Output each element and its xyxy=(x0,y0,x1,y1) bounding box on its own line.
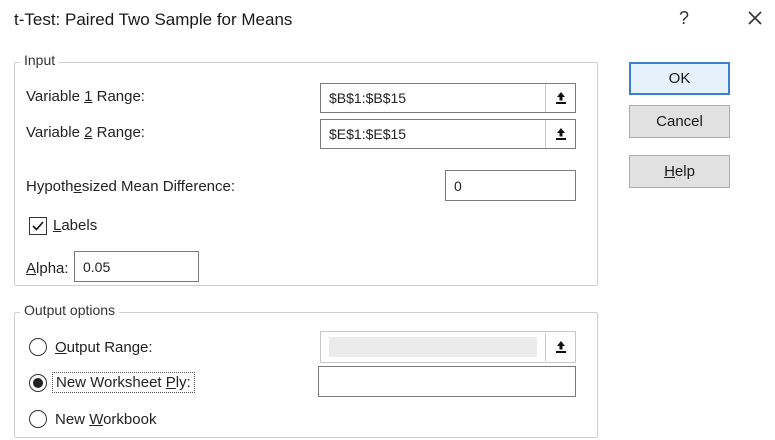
help-question-button[interactable]: ? xyxy=(679,8,689,29)
variable-1-range-label: Variable 1 Range: xyxy=(26,88,145,105)
dialog-title: t-Test: Paired Two Sample for Means xyxy=(14,10,293,29)
ok-button[interactable]: OK xyxy=(629,62,730,95)
alpha-value[interactable]: 0.05 xyxy=(75,259,198,275)
labels-checkbox[interactable] xyxy=(29,217,47,235)
close-button[interactable] xyxy=(740,3,770,33)
close-icon xyxy=(748,11,762,25)
variable-2-range-label: Variable 2 Range: xyxy=(26,124,145,141)
collapse-dialog-icon xyxy=(555,341,566,353)
labels-checkbox-label[interactable]: Labels xyxy=(53,217,97,234)
new-worksheet-ply-label[interactable]: New Worksheet Ply: xyxy=(52,372,195,393)
hypothesized-mean-difference-value[interactable]: 0 xyxy=(446,178,575,194)
alpha-label: Alpha: xyxy=(26,260,69,277)
output-range-label[interactable]: Output Range: xyxy=(55,339,153,356)
help-button[interactable]: Help xyxy=(629,155,730,188)
input-group-legend: Input xyxy=(20,52,60,68)
variable-2-range-value[interactable]: $E$1:$E$15 xyxy=(321,126,545,142)
radio-selected-dot xyxy=(33,378,43,388)
variable-1-collapse-button[interactable] xyxy=(545,84,575,112)
output-range-disabled-input xyxy=(329,337,537,357)
hypothesized-mean-difference-label: Hypothesized Mean Difference: xyxy=(26,178,236,195)
checkmark-icon xyxy=(32,221,44,231)
collapse-dialog-icon xyxy=(555,92,566,104)
variable-2-collapse-button[interactable] xyxy=(545,120,575,148)
output-range-field[interactable] xyxy=(320,331,576,363)
new-workbook-label[interactable]: New Workbook xyxy=(55,411,156,428)
output-range-collapse-button[interactable] xyxy=(545,333,575,361)
output-options-legend: Output options xyxy=(20,302,120,318)
alpha-field[interactable]: 0.05 xyxy=(74,251,199,282)
new-workbook-radio[interactable] xyxy=(29,410,47,428)
hypothesized-mean-difference-field[interactable]: 0 xyxy=(445,170,576,201)
cancel-button[interactable]: Cancel xyxy=(629,105,730,138)
variable-1-range-value[interactable]: $B$1:$B$15 xyxy=(321,90,545,106)
variable-2-range-field[interactable]: $E$1:$E$15 xyxy=(320,119,576,149)
output-range-radio[interactable] xyxy=(29,338,47,356)
new-worksheet-ply-field[interactable] xyxy=(318,366,576,397)
new-worksheet-ply-radio[interactable] xyxy=(29,374,47,392)
collapse-dialog-icon xyxy=(555,128,566,140)
variable-1-range-field[interactable]: $B$1:$B$15 xyxy=(320,83,576,113)
